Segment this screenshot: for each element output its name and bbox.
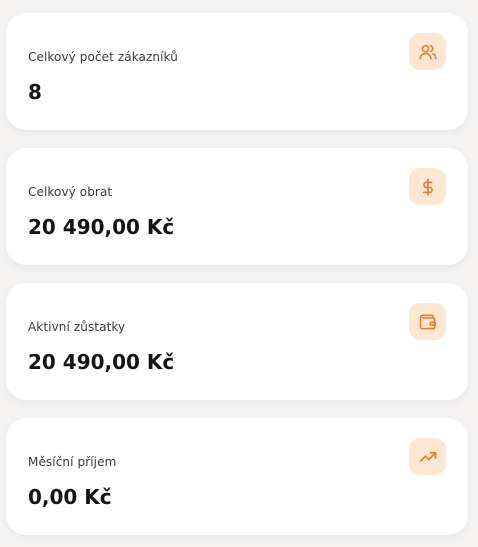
stat-value: 20 490,00 Kč	[28, 350, 175, 374]
stat-card-balances: Aktivní zůstatky 20 490,00 Kč	[6, 283, 468, 400]
stat-label: Měsíční příjem	[28, 455, 117, 469]
stat-label: Aktivní zůstatky	[28, 320, 126, 334]
dollar-icon	[409, 168, 446, 205]
stat-card-monthly-income: Měsíční příjem 0,00 Kč	[6, 418, 468, 535]
users-icon	[409, 33, 446, 70]
stat-label: Celkový obrat	[28, 185, 113, 199]
stat-value: 0,00 Kč	[28, 485, 112, 509]
wallet-icon	[409, 303, 446, 340]
stat-value: 8	[28, 80, 42, 104]
trending-up-icon	[409, 438, 446, 475]
stat-label: Celkový počet zákazníků	[28, 50, 178, 64]
stat-value: 20 490,00 Kč	[28, 215, 175, 239]
stat-card-customers: Celkový počet zákazníků 8	[6, 13, 468, 130]
stat-card-turnover: Celkový obrat 20 490,00 Kč	[6, 148, 468, 265]
